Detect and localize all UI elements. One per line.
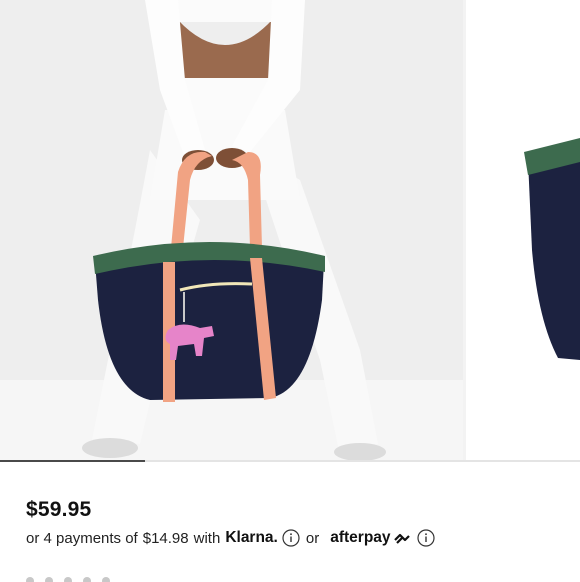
installment-prefix: or 4 payments of — [26, 529, 138, 547]
afterpay-arrows-icon — [393, 531, 411, 545]
gallery-progress-fill — [0, 460, 145, 462]
afterpay-info-icon[interactable] — [416, 529, 435, 547]
product-image-main[interactable] — [0, 0, 463, 462]
tote-bag-photo — [0, 0, 463, 462]
gallery-progress-bar — [0, 460, 580, 462]
afterpay-logo: afterpay — [330, 529, 391, 546]
product-price: $59.95 — [26, 498, 92, 521]
klarna-logo: Klarna. — [225, 529, 278, 546]
installment-payment-info: or 4 payments of $14.98 with Klarna. or … — [26, 527, 441, 549]
product-image-next[interactable] — [466, 0, 580, 462]
rating-stars-row — [26, 572, 196, 582]
installment-or: or — [305, 529, 320, 547]
tote-bag-side-photo — [466, 0, 580, 462]
klarna-info-icon[interactable] — [282, 529, 300, 547]
installment-with: with — [193, 529, 221, 547]
product-image-gallery[interactable] — [0, 0, 580, 462]
installment-amount: $14.98 — [142, 529, 189, 547]
